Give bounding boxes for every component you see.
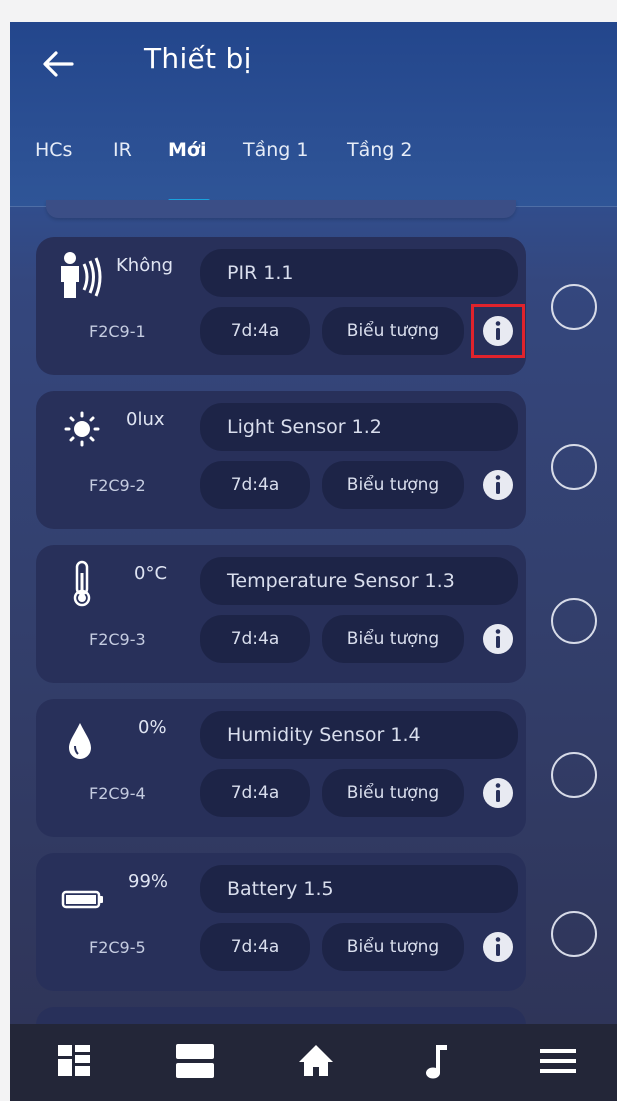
select-radio[interactable] [551,911,597,957]
device-id: F2C9-5 [89,938,146,957]
device-name-field[interactable]: Humidity Sensor 1.4 [200,711,518,759]
icon-select-button[interactable]: Biểu tượng [322,769,464,817]
device-id: F2C9-2 [89,476,146,495]
select-radio[interactable] [551,444,597,490]
icon-select-button[interactable]: Biểu tượng [322,923,464,971]
rooms-icon[interactable] [167,1036,223,1086]
select-radio[interactable] [551,284,597,330]
device-address: 7d:4a [200,461,310,509]
device-address: 7d:4a [200,307,310,355]
device-card: 99% F2C9-5 Battery 1.5 7d:4a Biểu tượng [36,853,526,991]
device-card: 0% F2C9-4 Humidity Sensor 1.4 7d:4a Biểu… [36,699,526,837]
info-icon [483,624,513,654]
previous-card-edge [46,200,516,218]
person-motion-icon [61,252,102,298]
sensor-value: Không [116,255,174,276]
sensor-value: 0lux [126,409,165,430]
info-button[interactable] [476,771,520,815]
tab-ir[interactable]: IR [113,139,132,161]
app-header: Thiết bị HCs IR Mới Tầng 1 Tầng 2 [10,22,617,207]
icon-select-button[interactable]: Biểu tượng [322,307,464,355]
info-icon [483,470,513,500]
icon-select-button[interactable]: Biểu tượng [322,615,464,663]
menu-icon[interactable] [530,1036,586,1086]
tab-tang-2[interactable]: Tầng 2 [347,139,412,161]
select-radio[interactable] [551,598,597,644]
info-button[interactable] [476,925,520,969]
music-icon[interactable] [408,1036,464,1086]
app-screen: Thiết bị HCs IR Mới Tầng 1 Tầng 2 Không … [10,22,617,1101]
sensor-value: 99% [128,871,169,892]
icon-select-button[interactable]: Biểu tượng [322,461,464,509]
device-name-field[interactable]: Light Sensor 1.2 [200,403,518,451]
info-icon [483,778,513,808]
device-address: 7d:4a [200,923,310,971]
sun-icon [64,411,100,447]
thermometer-icon [73,560,91,607]
device-card: 0°C F2C9-3 Temperature Sensor 1.3 7d:4a … [36,545,526,683]
tab-tang-1[interactable]: Tầng 1 [243,139,308,161]
tab-moi[interactable]: Mới [168,139,206,161]
device-name-field[interactable]: PIR 1.1 [200,249,518,297]
home-icon[interactable] [288,1036,344,1086]
back-arrow-icon[interactable] [38,44,78,84]
sensor-value: 0°C [134,563,168,584]
device-id: F2C9-3 [89,630,146,649]
info-button[interactable] [476,617,520,661]
tab-hcs[interactable]: HCs [35,139,72,161]
device-card: 0lux F2C9-2 Light Sensor 1.2 7d:4a Biểu … [36,391,526,529]
info-icon [483,316,513,346]
device-name-field[interactable]: Battery 1.5 [200,865,518,913]
device-name-field[interactable]: Temperature Sensor 1.3 [200,557,518,605]
device-id: F2C9-4 [89,784,146,803]
info-button[interactable] [471,304,525,358]
device-id: F2C9-1 [89,322,146,341]
device-card: Không F2C9-1 PIR 1.1 7d:4a Biểu tượng [36,237,526,375]
select-radio[interactable] [551,752,597,798]
device-address: 7d:4a [200,615,310,663]
page-title: Thiết bị [144,42,252,75]
device-address: 7d:4a [200,769,310,817]
bottom-nav [10,1024,617,1101]
dashboard-icon[interactable] [46,1036,102,1086]
water-drop-icon [69,723,91,759]
battery-icon [61,890,103,909]
info-button[interactable] [476,463,520,507]
sensor-value: 0% [138,717,167,738]
info-icon [483,932,513,962]
